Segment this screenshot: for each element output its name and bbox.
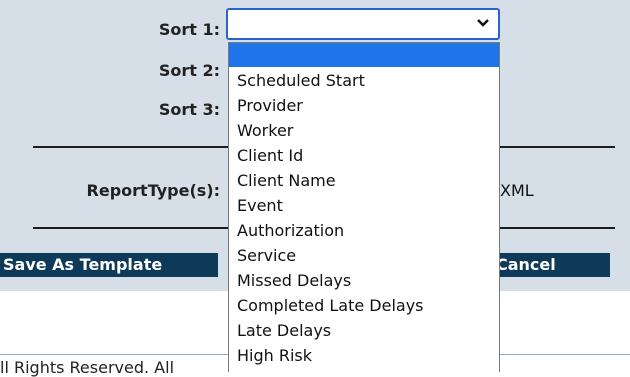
option-missed-delays[interactable]: Missed Delays [237, 271, 351, 290]
option-client-id[interactable]: Client Id [237, 146, 303, 165]
chevron-down-icon [477, 19, 489, 27]
option-event[interactable]: Event [237, 196, 283, 215]
save-as-template-label: Save As Template [3, 255, 163, 274]
sort2-label: Sort 2: [158, 61, 220, 80]
report-type-xml-option[interactable]: XML [500, 181, 534, 200]
cancel-button[interactable]: Cancel [496, 253, 610, 277]
footer-copyright: ll Rights Reserved. All [0, 358, 175, 377]
option-worker[interactable]: Worker [237, 121, 293, 140]
option-authorization[interactable]: Authorization [237, 221, 344, 240]
option-high-risk[interactable]: High Risk [237, 346, 312, 365]
cancel-label: Cancel [496, 255, 556, 274]
option-scheduled-start[interactable]: Scheduled Start [237, 71, 365, 90]
sort1-dropdown-list: Scheduled Start Provider Worker Client I… [228, 42, 500, 372]
save-as-template-button[interactable]: Save As Template [0, 253, 218, 277]
option-client-name[interactable]: Client Name [237, 171, 336, 190]
sort3-label: Sort 3: [158, 100, 220, 119]
sort1-select[interactable] [226, 8, 500, 40]
sort1-label: Sort 1: [158, 20, 220, 39]
report-type-label: ReportType(s): [86, 181, 220, 200]
option-late-delays[interactable]: Late Delays [237, 321, 331, 340]
option-provider[interactable]: Provider [237, 96, 303, 115]
option-completed-late-delays[interactable]: Completed Late Delays [237, 296, 424, 315]
option-service[interactable]: Service [237, 246, 296, 265]
option-blank-highlighted[interactable] [229, 43, 499, 67]
